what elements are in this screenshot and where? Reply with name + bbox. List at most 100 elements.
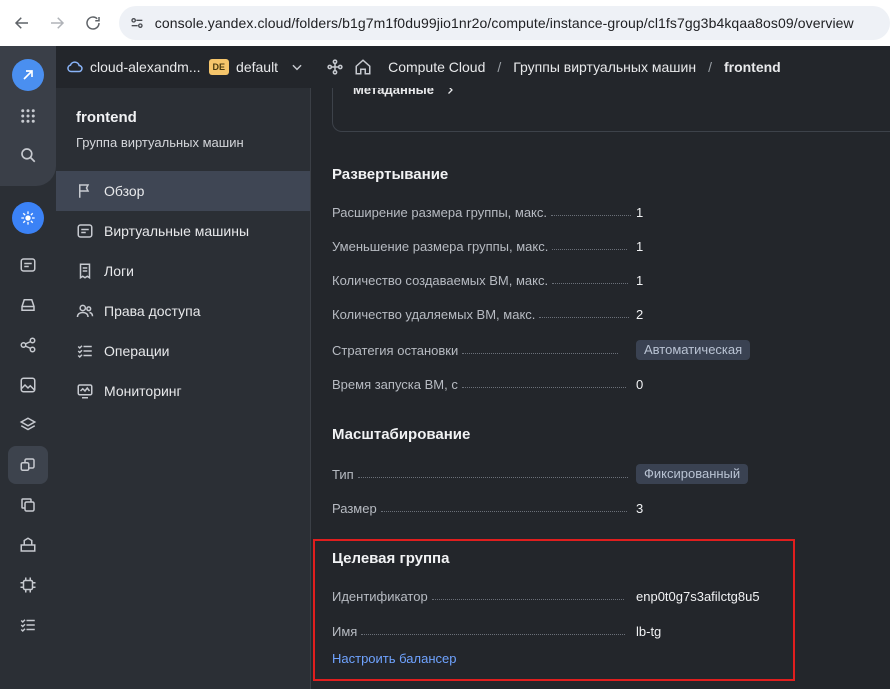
site-settings-icon[interactable] [127,13,147,33]
row-value: 1 [636,238,644,254]
back-button[interactable] [4,5,40,41]
row-value: 1 [636,272,644,288]
reload-button[interactable] [75,5,111,41]
dotted-leader [431,598,624,600]
layers-icon[interactable] [14,411,42,439]
dotted-leader [361,633,626,635]
chevron-right-icon [448,88,453,94]
copy-icon[interactable] [14,491,42,519]
dotted-leader [462,352,619,354]
arrow-right-icon [51,17,65,29]
deployment-row: Время запуска ВМ, с 0 [332,374,852,394]
deployment-section-title: Развертывание [332,166,449,183]
scaling-section-title: Масштабирование [332,426,471,443]
dotted-leader [552,248,628,250]
row-label: Идентификатор [332,588,428,604]
reload-icon [86,16,100,30]
row-label: Время запуска ВМ, с [332,376,458,392]
sidebar-item-label: Обзор [104,183,145,199]
scaling-row: Размер 3 [332,498,852,518]
resource-title: frontend [76,109,137,126]
sidebar-item-label: Мониторинг [104,383,182,399]
url-text: console.yandex.cloud/folders/b1g7m1f0du9… [154,15,854,31]
cloud-selector[interactable]: cloud-alexandm... [90,59,201,75]
disk-icon[interactable] [14,291,42,319]
dotted-leader [380,510,627,512]
target-group-section-title: Целевая группа [332,550,450,567]
users-icon [76,302,94,320]
stop-strategy-badge: Автоматическая [636,340,751,360]
flag-icon [76,182,94,200]
metadata-link-label: Метаданные [353,88,435,97]
operations-list-icon[interactable] [14,611,42,639]
image-icon[interactable] [14,371,42,399]
dotted-leader [552,282,629,284]
sidebar-item-operations[interactable]: Операции [56,331,310,371]
browser-toolbar: console.yandex.cloud/folders/b1g7m1f0du9… [0,0,890,46]
row-label: Стратегия остановки [332,342,459,358]
server-icon [76,222,94,240]
sidebar-item-vms[interactable]: Виртуальные машины [56,211,310,251]
row-value: lb-tg [636,623,662,639]
dashboard-icon[interactable] [14,251,42,279]
scaling-type-badge: Фиксированный [636,464,749,484]
network-icon[interactable] [14,331,42,359]
row-label: Размер [332,500,377,516]
row-value: 0 [636,376,644,392]
deployment-row: Расширение размера группы, макс. 1 [332,202,852,222]
yandex-cloud-logo-icon[interactable] [12,59,44,91]
logs-icon [76,262,94,280]
instance-groups-icon[interactable] [14,451,42,479]
sidebar-item-label: Права доступа [104,303,201,319]
resource-type: Группа виртуальных машин [76,135,244,150]
sidebar-item-logs[interactable]: Логи [56,251,310,291]
row-label: Тип [332,466,354,482]
sidebar-item-monitoring[interactable]: Мониторинг [56,371,310,411]
chevron-down-icon[interactable] [290,60,304,74]
row-value: 2 [636,306,644,322]
folder-selector[interactable]: default [236,59,278,75]
row-label: Количество создаваемых ВМ, макс. [332,272,549,288]
configure-balancer-link[interactable]: Настроить балансер [332,651,456,666]
row-label: Имя [332,623,358,639]
overview-content: Метаданные Развертывание Расширение разм… [312,88,890,689]
home-icon[interactable] [354,58,372,76]
sidebar-item-overview[interactable]: Обзор [56,171,310,211]
deployment-row: Количество создаваемых ВМ, макс. 1 [332,270,852,290]
row-value: 1 [636,204,644,220]
target-group-row: Имя lb-tg [332,621,852,641]
metadata-card: Метаданные [332,88,890,132]
breadcrumb-separator: / [497,59,502,75]
row-label: Количество удаляемых ВМ, макс. [332,306,536,322]
search-icon[interactable] [14,141,42,169]
sidebar-item-access[interactable]: Права доступа [56,291,310,331]
breadcrumb-compute-cloud[interactable]: Compute Cloud [388,59,485,75]
sidebar-item-label: Операции [104,343,170,359]
row-value: enp0t0g7s3afilctg8u5 [636,588,760,604]
deployment-row: Уменьшение размера группы, макс. 1 [332,236,852,256]
list-check-icon [76,342,94,360]
global-nav-rail [0,46,56,689]
breadcrumb-instance-groups[interactable]: Группы виртуальных машин [513,59,696,75]
folder-badge: DE [208,59,230,75]
sidebar-item-label: Виртуальные машины [104,223,250,239]
scaling-row: Тип Фиксированный [332,464,852,484]
row-label: Расширение размера группы, макс. [332,204,548,220]
dotted-leader [461,386,626,388]
row-value: 3 [636,500,644,516]
cpu-icon[interactable] [14,571,42,599]
metadata-link[interactable]: Метаданные [353,88,456,97]
breadcrumb-current: frontend [723,59,781,75]
arrow-left-icon [14,17,28,29]
deployment-row: Стратегия остановки Автоматическая [332,340,852,360]
dotted-leader [551,214,632,216]
breadcrumb-separator: / [708,59,712,75]
compute-service-gear-icon[interactable] [12,202,44,234]
snapshot-icon[interactable] [14,531,42,559]
address-bar[interactable]: console.yandex.cloud/folders/b1g7m1f0du9… [118,6,890,40]
sidebar-item-label: Логи [104,263,134,279]
row-label: Уменьшение размера группы, макс. [332,238,549,254]
apps-grid-icon[interactable] [14,102,42,130]
forward-button[interactable] [40,5,76,41]
services-hub-icon[interactable] [326,58,344,76]
